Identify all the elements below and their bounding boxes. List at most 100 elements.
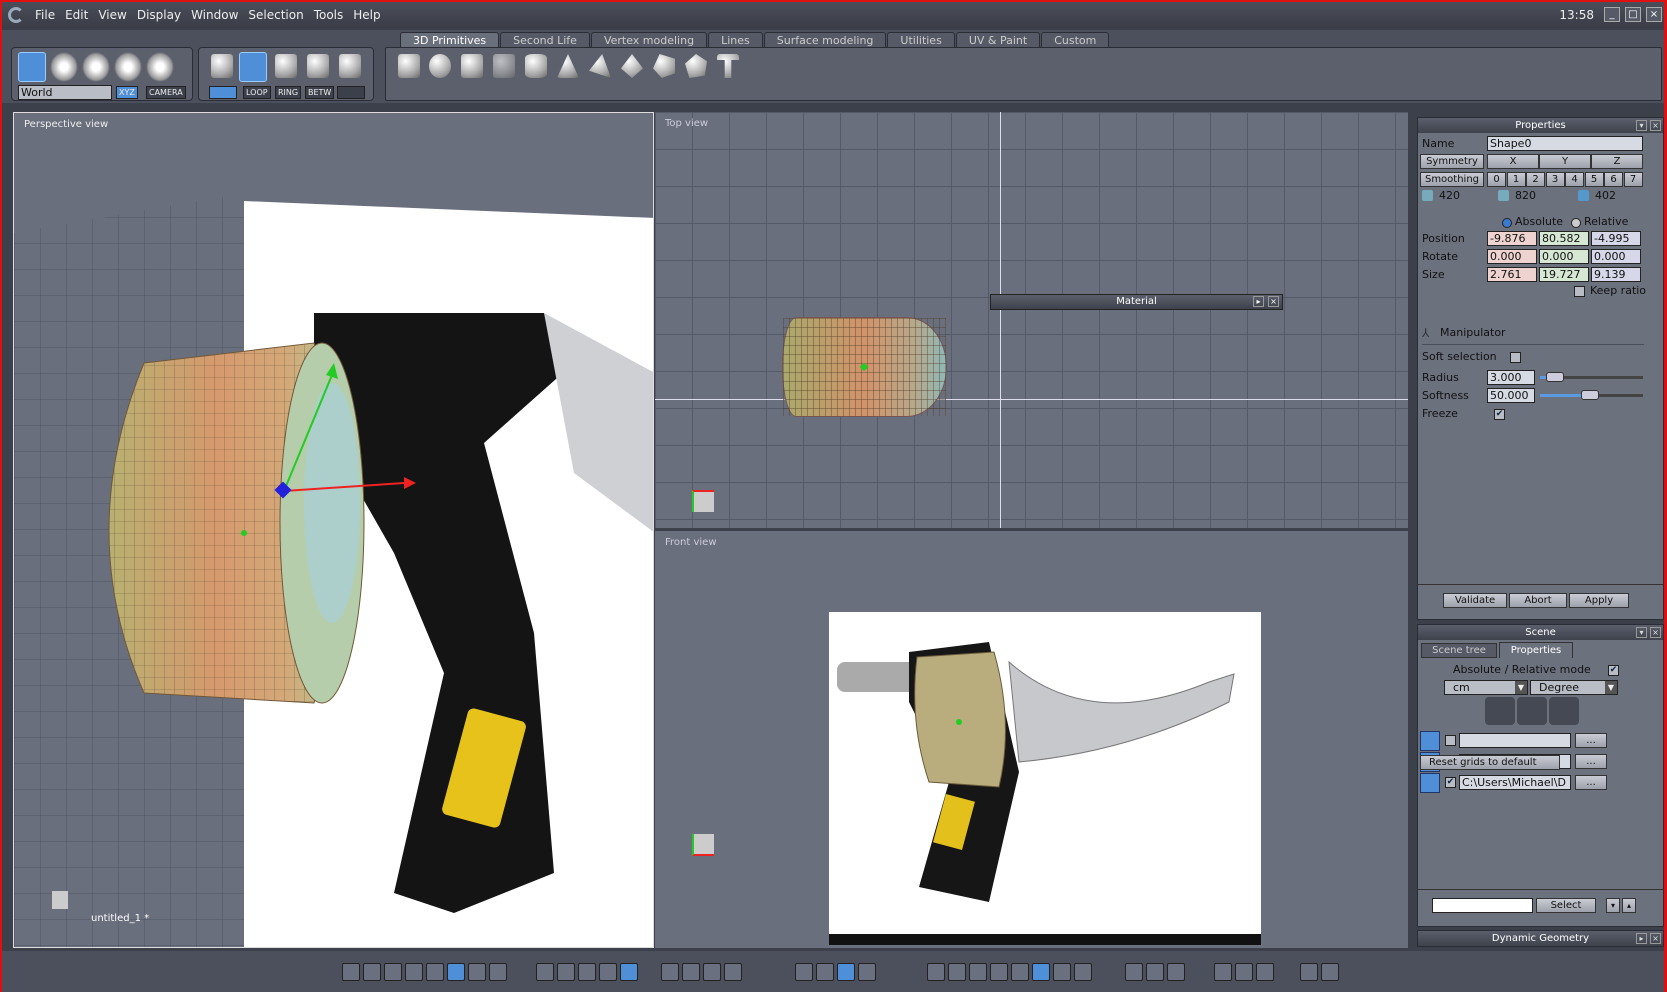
two-view-horizontal-icon[interactable] bbox=[468, 963, 486, 981]
three-view-a-icon[interactable] bbox=[384, 963, 402, 981]
cone-icon[interactable] bbox=[557, 54, 579, 78]
radius-slider[interactable] bbox=[1540, 372, 1643, 382]
front-viewport[interactable]: Front view bbox=[655, 531, 1408, 948]
axes-icon[interactable] bbox=[795, 963, 813, 981]
menu-help[interactable]: Help bbox=[348, 8, 385, 22]
abort-button[interactable]: Abort bbox=[1509, 593, 1567, 608]
render-c-icon[interactable] bbox=[1167, 963, 1185, 981]
tab-lines[interactable]: Lines bbox=[708, 32, 763, 48]
close-button[interactable]: × bbox=[1646, 7, 1662, 22]
close-icon[interactable]: × bbox=[1650, 120, 1661, 131]
expand-icon[interactable]: ▸ bbox=[1636, 933, 1647, 944]
abs-rel-checkbox[interactable]: ✔ bbox=[1608, 665, 1619, 676]
texture-grid-icon[interactable] bbox=[599, 963, 617, 981]
unit-select[interactable]: cm ▼ bbox=[1444, 680, 1528, 695]
material-sphere-icon[interactable] bbox=[1032, 963, 1050, 981]
scale-icon[interactable] bbox=[82, 52, 110, 82]
solid-sphere-icon[interactable] bbox=[969, 963, 987, 981]
single-view-icon[interactable] bbox=[342, 963, 360, 981]
rotate-y-input[interactable]: 0.000 bbox=[1539, 249, 1589, 264]
checker-icon[interactable] bbox=[578, 963, 596, 981]
menu-view[interactable]: View bbox=[93, 8, 131, 22]
zoom-fit-icon[interactable] bbox=[661, 963, 679, 981]
close-icon[interactable]: × bbox=[1650, 627, 1661, 638]
minimize-button[interactable]: _ bbox=[1604, 7, 1620, 22]
softness-slider-handle[interactable] bbox=[1581, 390, 1599, 400]
close-icon[interactable]: × bbox=[1268, 296, 1279, 307]
chevron-down-icon[interactable]: ▾ bbox=[1606, 898, 1620, 913]
top-viewport[interactable]: Top view Material ▸ × bbox=[655, 112, 1408, 528]
between-button[interactable]: BETW bbox=[305, 86, 335, 99]
eye-icon[interactable] bbox=[724, 963, 742, 981]
radius-slider-handle[interactable] bbox=[1546, 372, 1564, 382]
symmetry-z-button[interactable]: Z bbox=[1591, 154, 1643, 169]
zoom-icon[interactable] bbox=[703, 963, 721, 981]
smoothing-level-3[interactable]: 3 bbox=[1545, 172, 1565, 187]
menu-edit[interactable]: Edit bbox=[60, 8, 93, 22]
select-arrow-icon[interactable] bbox=[18, 52, 46, 82]
rotate-icon[interactable] bbox=[50, 52, 78, 82]
move-down-icon[interactable] bbox=[858, 963, 876, 981]
grid-image-icon[interactable] bbox=[1549, 697, 1579, 725]
size-x-input[interactable]: 2.761 bbox=[1487, 267, 1537, 282]
split-view-icon[interactable] bbox=[489, 963, 507, 981]
grid-floor-icon[interactable] bbox=[1485, 697, 1515, 725]
softness-slider[interactable] bbox=[1540, 390, 1643, 400]
symmetry-button[interactable]: Symmetry bbox=[1420, 154, 1484, 169]
light-sphere-icon[interactable] bbox=[1074, 963, 1092, 981]
browse-button[interactable]: ... bbox=[1575, 733, 1607, 748]
text-primitive-icon[interactable] bbox=[717, 54, 739, 78]
two-view-vertical-icon[interactable] bbox=[447, 963, 465, 981]
freeze-checkbox[interactable]: ✔ bbox=[1494, 409, 1505, 420]
material-panel[interactable]: Material ▸ × bbox=[990, 294, 1283, 310]
manipulate-icon[interactable] bbox=[837, 963, 855, 981]
camera-icon[interactable] bbox=[1321, 963, 1339, 981]
tab-uv-paint[interactable]: UV & Paint bbox=[955, 32, 1041, 48]
angle-unit-select[interactable]: Degree ▼ bbox=[1530, 680, 1618, 695]
symmetry-y-button[interactable]: Y bbox=[1539, 154, 1591, 169]
absolute-radio[interactable] bbox=[1502, 218, 1512, 228]
collapse-icon[interactable]: ▾ bbox=[1636, 120, 1647, 131]
pyramid-icon[interactable] bbox=[589, 54, 611, 78]
softness-input[interactable]: 50.000 bbox=[1487, 388, 1535, 403]
tab-properties[interactable]: Properties bbox=[1499, 642, 1573, 658]
dodecahedron-icon[interactable] bbox=[653, 54, 675, 78]
position-z-input[interactable]: -4.995 bbox=[1591, 231, 1641, 246]
relative-radio[interactable] bbox=[1571, 218, 1581, 228]
three-view-c-icon[interactable] bbox=[426, 963, 444, 981]
tab-3d-primitives[interactable]: 3D Primitives bbox=[400, 32, 500, 48]
ghost-icon[interactable] bbox=[146, 52, 174, 82]
sphere-icon[interactable] bbox=[429, 54, 451, 78]
vertex-select-icon[interactable] bbox=[307, 54, 329, 78]
grid-toggle-icon[interactable] bbox=[536, 963, 554, 981]
grid-plane-icon[interactable] bbox=[493, 54, 515, 78]
reset-grids-button[interactable]: Reset grids to default bbox=[1420, 755, 1560, 770]
paint-icon[interactable] bbox=[557, 963, 575, 981]
smooth-sphere-icon[interactable] bbox=[1011, 963, 1029, 981]
soft-selection-checkbox[interactable] bbox=[1510, 352, 1521, 363]
grid-path-input[interactable] bbox=[1459, 733, 1571, 748]
select-button[interactable]: Select bbox=[1536, 898, 1596, 913]
smoothing-level-6[interactable]: 6 bbox=[1604, 172, 1623, 187]
position-y-input[interactable]: 80.582 bbox=[1539, 231, 1589, 246]
smoothing-level-1[interactable]: 1 bbox=[1506, 172, 1526, 187]
tab-second-life[interactable]: Second Life bbox=[500, 32, 590, 48]
smoothing-level-2[interactable]: 2 bbox=[1526, 172, 1545, 187]
menu-display[interactable]: Display bbox=[132, 8, 186, 22]
select-input[interactable] bbox=[1432, 898, 1533, 913]
lasso-icon[interactable] bbox=[337, 86, 365, 99]
apply-button[interactable]: Apply bbox=[1569, 593, 1629, 608]
menu-file[interactable]: File bbox=[30, 8, 60, 22]
three-view-b-icon[interactable] bbox=[405, 963, 423, 981]
grid-checkbox[interactable]: ✔ bbox=[1445, 777, 1456, 788]
octahedron-icon[interactable] bbox=[621, 54, 643, 78]
quad-view-icon[interactable] bbox=[363, 963, 381, 981]
color-wheel-icon[interactable] bbox=[1053, 963, 1071, 981]
symmetry-x-button[interactable]: X bbox=[1487, 154, 1539, 169]
loop-button[interactable]: LOOP bbox=[243, 86, 271, 99]
smoothing-level-4[interactable]: 4 bbox=[1565, 172, 1584, 187]
ring-button[interactable]: RING bbox=[275, 86, 302, 99]
snap-icon[interactable] bbox=[816, 963, 834, 981]
settings-icon[interactable] bbox=[1300, 963, 1318, 981]
rotate-z-input[interactable]: 0.000 bbox=[1591, 249, 1641, 264]
